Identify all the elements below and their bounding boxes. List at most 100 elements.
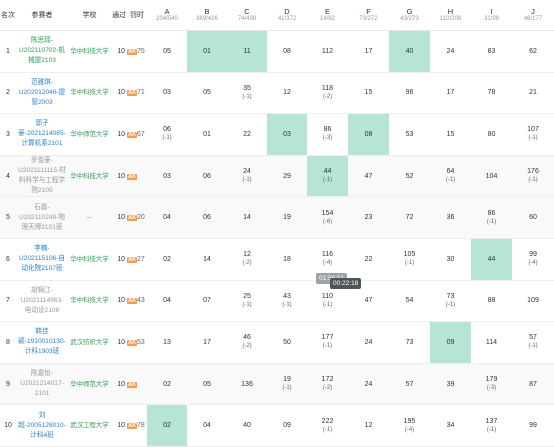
problem-header-e[interactable]: E 14/62 <box>307 0 348 31</box>
problem-cell[interactable]: 04 <box>147 197 187 239</box>
problem-cell[interactable]: 18 <box>267 238 307 280</box>
team-name-link[interactable]: 胡锦江-U2021114963-电动设2108 <box>16 286 68 316</box>
problem-cell[interactable]: 15 <box>430 114 471 156</box>
team-cell[interactable]: 陈嘉怡-U2021214017-2101 <box>16 363 68 405</box>
problem-cell[interactable]: 83 <box>471 31 512 73</box>
problem-cell[interactable]: 12 (-2) <box>227 238 267 280</box>
team-cell[interactable]: 郭子豪-2021214065-计算机系2101 <box>16 114 68 156</box>
problem-cell[interactable]: 222 (-1) <box>307 405 348 447</box>
problem-cell[interactable]: 99 (-4) <box>512 238 554 280</box>
problem-cell[interactable]: 03 <box>147 155 187 197</box>
problem-cell[interactable]: 03 <box>267 113 307 156</box>
team-header[interactable]: 参赛者 <box>16 0 68 31</box>
problem-cell[interactable]: 29 <box>267 155 307 197</box>
problem-cell[interactable]: 43 (-1) <box>267 280 307 322</box>
team-cell[interactable]: 韩佳颖-1910010130-计科1903班 <box>16 322 68 364</box>
problem-cell[interactable]: 01 <box>187 30 227 73</box>
problem-cell[interactable]: 17 <box>187 322 227 364</box>
problem-cell[interactable]: 86 (-3) <box>307 114 348 156</box>
problem-cell[interactable]: 13 <box>147 322 187 364</box>
team-name-link[interactable]: 罗俊豪-U2021111115-材料科学与工程学院2105 <box>16 156 68 196</box>
problem-cell[interactable]: 109 <box>512 280 554 322</box>
problem-cell[interactable]: 24 (-1) <box>227 155 267 197</box>
problem-cell[interactable]: 04 <box>147 280 187 322</box>
team-cell[interactable]: 范雅琪-U202012046-提管2003 <box>16 72 68 114</box>
problem-cell[interactable]: 40 <box>227 405 267 447</box>
team-name-link[interactable]: 陈思瑶-U202110702-机械提2103 <box>16 36 68 66</box>
solved-header[interactable]: 通过 <box>111 0 127 31</box>
problem-cell[interactable]: 22 <box>227 114 267 156</box>
problem-cell[interactable]: 40 <box>389 30 430 73</box>
team-name-link[interactable]: 刘超-2005126010-计科4班 <box>16 411 68 441</box>
problem-cell[interactable]: 02 <box>147 238 187 280</box>
problem-cell[interactable]: 23 <box>348 197 389 239</box>
problem-cell[interactable]: 87 <box>512 363 554 405</box>
problem-header-h[interactable]: H 110/208 <box>430 0 471 31</box>
problem-cell[interactable]: 88 <box>471 280 512 322</box>
problem-header-c[interactable]: C 74/498 <box>227 0 267 31</box>
problem-cell[interactable]: 57 <box>389 363 430 405</box>
problem-cell[interactable]: 176 (-1) <box>512 155 554 197</box>
problem-cell[interactable]: 72 <box>389 197 430 239</box>
problem-header-f[interactable]: F 73/272 <box>348 0 389 31</box>
problem-cell[interactable]: 35 (-1) <box>227 72 267 114</box>
problem-cell[interactable]: 195 (-4) <box>389 405 430 447</box>
problem-cell[interactable]: 86 (-1) <box>471 197 512 239</box>
problem-cell[interactable]: 21 <box>512 72 554 114</box>
problem-cell[interactable]: 54 <box>389 280 430 322</box>
problem-cell[interactable]: 09 <box>267 405 307 447</box>
problem-cell[interactable]: 03 <box>147 72 187 114</box>
problem-cell[interactable]: 104 <box>471 155 512 197</box>
problem-cell[interactable]: 22 <box>348 238 389 280</box>
problem-cell[interactable]: 12 <box>348 405 389 447</box>
team-name-link[interactable]: 陈嘉怡-U2021214017-2101 <box>16 369 68 399</box>
problem-cell[interactable]: 112 <box>307 31 348 73</box>
problem-cell[interactable]: 47 <box>348 155 389 197</box>
problem-cell[interactable]: 24 <box>348 363 389 405</box>
problem-cell[interactable]: 36 <box>430 197 471 239</box>
problem-cell[interactable]: 172 (-2) <box>307 363 348 405</box>
problem-cell[interactable]: 09 <box>430 321 471 364</box>
problem-cell[interactable]: 06 <box>187 155 227 197</box>
problem-cell[interactable]: 02 <box>147 363 187 405</box>
team-name-link[interactable]: 石磊-U202110248-物理天博2101班 <box>16 203 68 233</box>
team-cell[interactable]: 陈思瑶-U202110702-机械提2103 <box>16 31 68 73</box>
problem-cell[interactable]: 57 (-1) <box>512 322 554 364</box>
problem-cell[interactable]: 105 (-1) <box>389 238 430 280</box>
problem-header-d[interactable]: D 41/372 <box>267 0 307 31</box>
problem-cell[interactable]: 39 <box>430 363 471 405</box>
problem-cell[interactable]: 07 <box>187 280 227 322</box>
team-cell[interactable]: 胡锦江-U2021114963-电动设2108 <box>16 280 68 322</box>
team-cell[interactable]: 石磊-U202110248-物理天博2101班 <box>16 197 68 239</box>
problem-header-g[interactable]: G 43/273 <box>389 0 430 31</box>
team-name-link[interactable]: 李楠-U202115106-自动化院2107班 <box>16 244 68 274</box>
team-cell[interactable]: 刘超-2005126010-计科4班 <box>16 405 68 447</box>
problem-cell[interactable]: 08 <box>267 31 307 73</box>
problem-cell[interactable]: 96 <box>389 72 430 114</box>
rank-header[interactable]: 名次 <box>0 0 16 31</box>
problem-header-j[interactable]: J 46/177 <box>512 0 554 31</box>
team-cell[interactable]: 李楠-U202115106-自动化院2107班 <box>16 238 68 280</box>
problem-cell[interactable]: 30 <box>430 238 471 280</box>
problem-cell[interactable]: 136 <box>227 363 267 405</box>
problem-cell[interactable]: 17 <box>430 72 471 114</box>
problem-cell[interactable]: 73 (-1) <box>430 280 471 322</box>
problem-cell[interactable]: 02 <box>147 404 187 447</box>
team-cell[interactable]: 罗俊豪-U2021111115-材料科学与工程学院2105 <box>16 155 68 197</box>
problem-cell[interactable]: 44 <box>471 238 512 281</box>
problem-header-a[interactable]: A 204/540 <box>147 0 187 31</box>
problem-cell[interactable]: 06 (-1) <box>147 114 187 156</box>
problem-cell[interactable]: 04 <box>187 405 227 447</box>
problem-cell[interactable]: 50 <box>267 322 307 364</box>
team-name-link[interactable]: 范雅琪-U202012046-提管2003 <box>16 78 68 108</box>
problem-cell[interactable]: 24 <box>348 322 389 364</box>
problem-cell[interactable]: 08 <box>348 113 389 156</box>
problem-cell[interactable]: 19 <box>267 197 307 239</box>
problem-cell[interactable]: 78 <box>471 72 512 114</box>
penalty-header[interactable]: 罚时 <box>127 0 147 31</box>
problem-cell[interactable]: 154 (-6) <box>307 197 348 239</box>
problem-cell[interactable]: 52 <box>389 155 430 197</box>
problem-cell[interactable]: 14 <box>187 238 227 280</box>
problem-cell[interactable]: 80 <box>471 114 512 156</box>
team-name-link[interactable]: 韩佳颖-1910010130-计科1903班 <box>16 327 68 357</box>
